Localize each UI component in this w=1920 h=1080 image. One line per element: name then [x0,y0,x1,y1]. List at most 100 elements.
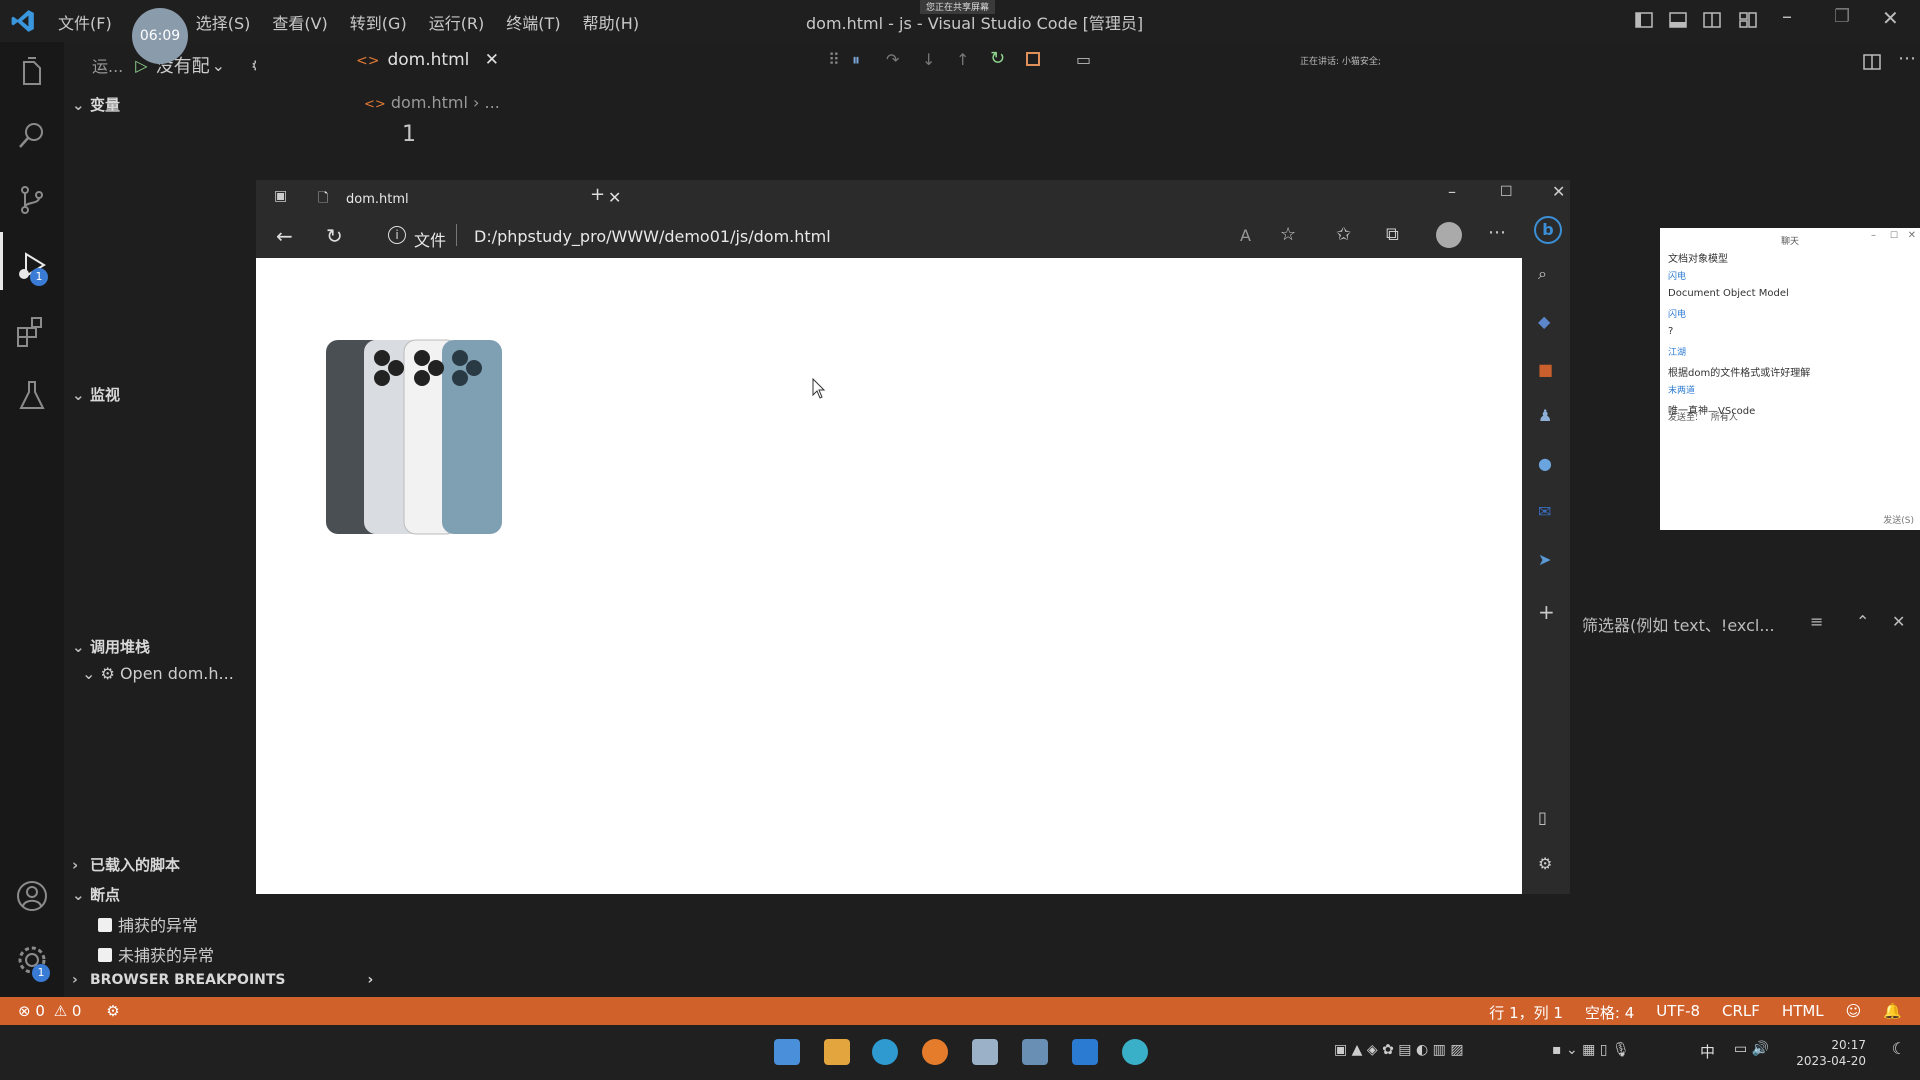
add-favorite-icon[interactable]: ☆ [1280,224,1296,245]
breadcrumb-more[interactable]: ... [485,93,500,112]
menu-run[interactable]: 运行(R) [429,10,485,34]
minimize-icon[interactable]: – [1782,4,1802,28]
restart-icon[interactable]: ↻ [990,48,1005,69]
step-out-icon[interactable]: ↑ [956,50,969,69]
read-aloud-icon[interactable]: A [1240,226,1251,245]
close-tab-icon[interactable]: ✕ [485,50,499,70]
checkbox[interactable] [98,948,112,962]
file-explorer-icon[interactable] [824,1039,850,1065]
explorer-icon[interactable] [14,54,50,90]
games-icon[interactable]: ♟ [1538,406,1558,426]
filter-input[interactable]: 筛选器(例如 text、!excl... ≡ ⌃ ✕ [1582,612,1920,640]
callstack-session-item[interactable]: ⌄ ⚙ Open dom.h... [82,664,234,683]
send-icon[interactable]: ➤ [1538,550,1558,570]
browser-breakpoints-section-header[interactable]: › BROWSER BREAKPOINTS › [72,972,373,988]
language-mode[interactable]: HTML [1782,1002,1824,1023]
new-tab-icon[interactable]: + [590,184,605,205]
step-into-icon[interactable]: ↓ [922,50,935,69]
tab-dom-html[interactable]: <> dom.html ✕ [356,50,499,70]
close-icon[interactable]: ✕ [1892,612,1905,631]
testing-flask-icon[interactable] [14,378,50,414]
customize-layout-icon[interactable] [1738,10,1758,30]
problems-indicator[interactable]: ⊗ 0 ⚠ 0 ⚙ [18,1002,120,1020]
menu-go[interactable]: 转到(G) [350,10,407,34]
network-volume-icons[interactable]: ▭ 🔊 [1734,1041,1769,1057]
chat-close-icon[interactable]: ✕ [1908,230,1916,241]
tools-icon[interactable]: ■ [1538,360,1558,380]
drag-handle-icon[interactable]: ⠿ [828,50,840,69]
browser-menu-icon[interactable]: ⋯ [1488,222,1506,243]
chevron-right-icon[interactable]: › [368,972,374,988]
breadcrumb-file[interactable]: dom.html [391,93,468,112]
close-tab-icon[interactable]: ✕ [608,188,621,207]
shopping-tag-icon[interactable]: ◆ [1538,312,1558,332]
debug-status-icon[interactable]: ⚙ [106,1002,119,1020]
close-window-icon[interactable]: ✕ [1882,6,1902,30]
end-of-line[interactable]: CRLF [1722,1002,1760,1023]
favorites-icon[interactable]: ✩ [1336,224,1351,245]
send-to-select[interactable]: 所有人 [1711,413,1738,423]
restore-icon[interactable]: ❐ [1834,6,1854,27]
encoding[interactable]: UTF-8 [1656,1002,1700,1023]
settings-gear-icon[interactable]: ⚙ [1538,854,1558,874]
sidebar-panel-icon[interactable]: ▯ [1538,808,1558,828]
browser-maximize-icon[interactable]: ☐ [1500,184,1513,200]
chat-maximize-icon[interactable]: ☐ [1890,231,1898,241]
system-tray[interactable]: ▣ ▲ ◈ ✿ ▤ ◐ ▥ ▨ [1334,1042,1464,1058]
bp-uncaught-exceptions[interactable]: 未捕获的异常 [98,942,214,966]
feedback-icon[interactable]: ☺ [1846,1002,1862,1023]
back-arrow-icon[interactable]: ← [276,224,293,248]
step-over-icon[interactable]: ↷ [886,50,899,69]
breakpoints-section-header[interactable]: ⌄ 断点 [72,884,120,905]
ime-indicator[interactable]: 中 [1700,1041,1715,1062]
notification-moon-icon[interactable]: ☾ [1892,1039,1906,1058]
clock[interactable]: 20:17 2023-04-20 [1796,1037,1866,1069]
toggle-panel-icon[interactable] [1668,10,1688,30]
cursor-position[interactable]: 行 1，列 1 [1489,1002,1563,1023]
chevron-up-icon[interactable]: ⌃ [1856,612,1869,631]
toggle-sidebar-icon[interactable] [1634,10,1654,30]
toggle-secondary-sidebar-icon[interactable] [1702,10,1722,30]
outlook-icon[interactable]: ✉ [1538,502,1558,522]
browser-close-icon[interactable]: ✕ [1552,182,1565,201]
pause-icon[interactable]: ⏸ [852,50,860,70]
stop-icon[interactable] [1026,52,1040,66]
add-app-icon[interactable]: + [1538,600,1558,624]
menu-selection[interactable]: 选择(S) [196,10,251,34]
profile-avatar[interactable] [1436,222,1462,248]
filter-list-icon[interactable]: ≡ [1810,612,1823,631]
browser-minimize-icon[interactable]: – [1448,182,1456,201]
discover-icon[interactable]: ● [1538,454,1558,474]
menu-terminal[interactable]: 终端(T) [506,10,560,34]
send-button[interactable]: 发送(S) [1883,513,1914,526]
search-icon[interactable] [14,118,50,154]
loaded-scripts-section-header[interactable]: › 已载入的脚本 [72,854,180,875]
reload-icon[interactable]: ↻ [326,224,343,248]
search-icon[interactable]: ⌕ [1538,264,1558,284]
callstack-section-header[interactable]: ⌄ 调用堆栈 [72,636,150,657]
inspect-screen-icon[interactable]: ▭ [1076,50,1091,69]
watch-section-header[interactable]: ⌄ 监视 [72,384,120,405]
address-bar[interactable]: D:/phpstudy_pro/WWW/demo01/js/dom.html [474,227,831,246]
edge-dev-icon[interactable] [1122,1039,1148,1065]
chevron-down-icon[interactable]: ⌄ [212,56,225,75]
notifications-bell-icon[interactable]: 🔔 [1883,1002,1902,1023]
start-icon[interactable] [774,1039,800,1065]
indentation[interactable]: 空格: 4 [1585,1002,1634,1023]
checkbox[interactable] [98,918,112,932]
chat-minimize-icon[interactable]: – [1871,230,1876,241]
notes-app-icon[interactable] [972,1039,998,1065]
info-icon[interactable]: i [388,226,406,244]
source-control-icon[interactable] [14,182,50,218]
bing-icon[interactable]: b [1534,216,1562,244]
extensions-icon[interactable] [14,314,50,350]
variables-section-header[interactable]: ⌄ 变量 [72,94,120,115]
vscode-taskbar-icon[interactable] [1072,1039,1098,1065]
edge-icon[interactable] [872,1039,898,1065]
collections-icon[interactable]: ⧉ [1386,224,1399,245]
accounts-icon[interactable] [14,878,50,914]
menu-view[interactable]: 查看(V) [272,10,327,34]
firefox-icon[interactable] [922,1039,948,1065]
split-editor-icon[interactable] [1862,52,1882,72]
browser-tab[interactable]: 🗋 dom.html ✕ [306,186,621,212]
